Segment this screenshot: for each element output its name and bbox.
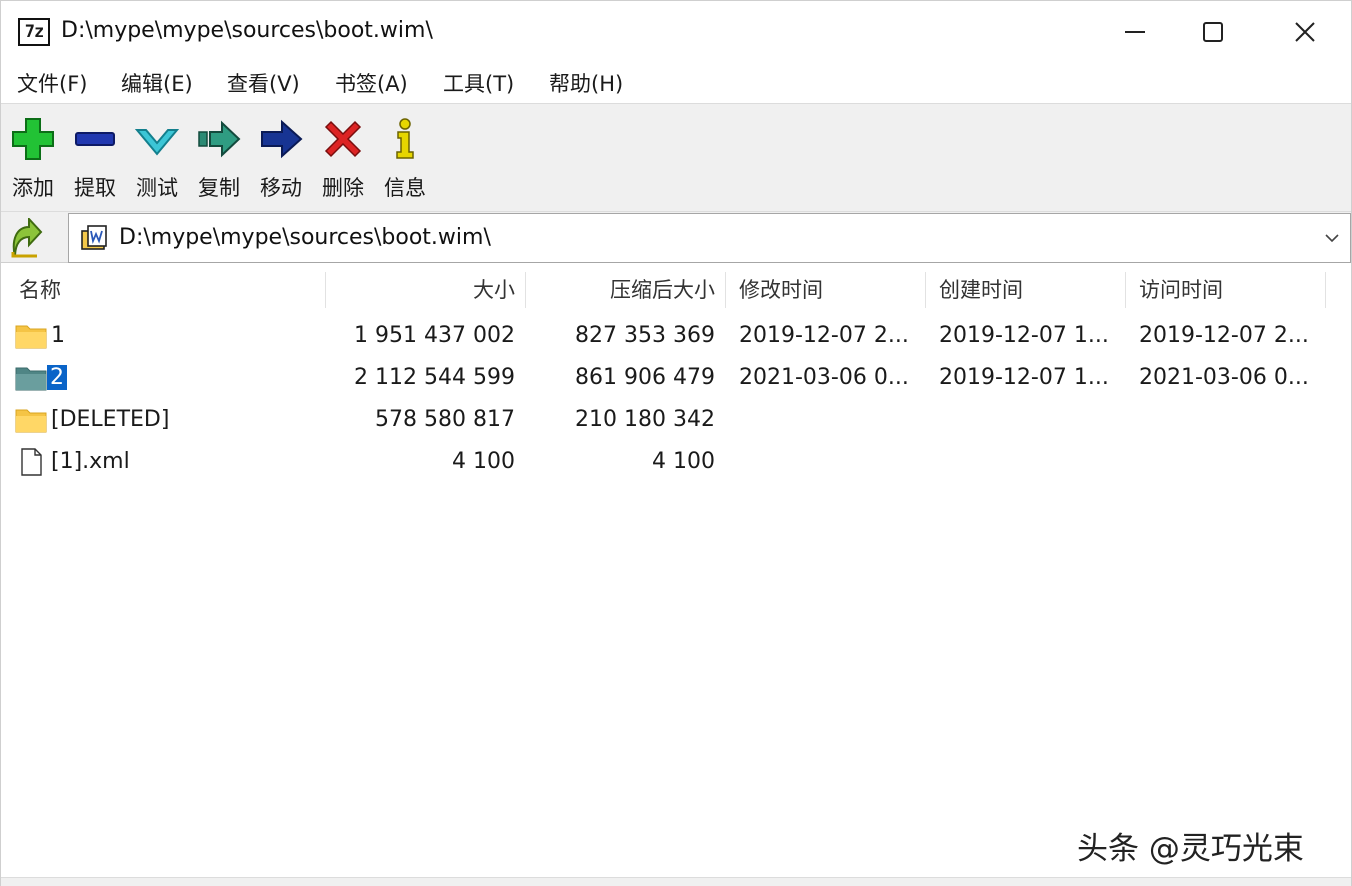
row-modified: 2021-03-06 0...: [739, 365, 909, 390]
extract-label: 提取: [74, 176, 116, 200]
row-created: 2019-12-07 1...: [939, 323, 1109, 348]
row-accessed: [1139, 399, 1319, 441]
column-divider[interactable]: [325, 272, 326, 308]
minimize-button[interactable]: [1105, 11, 1165, 53]
address-bar: D:\mype\mype\sources\boot.wim\: [1, 211, 1351, 263]
menu-bookmarks[interactable]: 书签(A): [335, 68, 408, 98]
folder-icon: [15, 409, 47, 433]
menu-edit[interactable]: 编辑(E): [121, 68, 193, 98]
close-icon: [1295, 22, 1315, 42]
row-packed-size: 4 100: [652, 449, 715, 474]
menu-view[interactable]: 查看(V): [227, 68, 300, 98]
copy-button[interactable]: 复制: [191, 112, 247, 206]
selected-name[interactable]: 2: [47, 365, 67, 390]
row-size: 4 100: [452, 449, 515, 474]
row-size: 578 580 817: [375, 407, 515, 432]
delete-x-icon: [324, 120, 362, 158]
row-size: 2 112 544 599: [354, 365, 515, 390]
address-path[interactable]: D:\mype\mype\sources\boot.wim\: [119, 225, 491, 250]
row-modified: [739, 399, 919, 441]
table-row[interactable]: [1].xml 4 100 4 100: [1, 441, 1331, 483]
row-packed-size: 861 906 479: [575, 365, 715, 390]
up-folder-button[interactable]: [7, 216, 57, 258]
row-modified: [739, 441, 919, 483]
add-plus-icon: [12, 118, 54, 160]
watermark-text: 头条 @灵巧光束: [1077, 831, 1304, 867]
folder-icon: [15, 367, 47, 391]
column-header-modified[interactable]: 修改时间: [739, 264, 823, 316]
maximize-button[interactable]: [1183, 11, 1243, 53]
title-bar: 7z D:\mype\mype\sources\boot.wim\: [1, 1, 1351, 63]
test-check-icon: [134, 129, 180, 156]
column-header-size[interactable]: 大小: [331, 264, 515, 316]
toolbar: 添加 提取 测试 复制 移动 删除 信息: [1, 103, 1351, 211]
menu-bar: 文件(F) 编辑(E) 查看(V) 书签(A) 工具(T) 帮助(H): [1, 63, 1351, 103]
menu-tools[interactable]: 工具(T): [443, 68, 514, 98]
menu-file[interactable]: 文件(F): [17, 68, 87, 98]
row-created: [939, 399, 1119, 441]
info-label: 信息: [384, 176, 426, 200]
address-combobox[interactable]: D:\mype\mype\sources\boot.wim\: [68, 213, 1351, 263]
column-divider[interactable]: [1325, 272, 1326, 308]
file-icon: [21, 448, 42, 476]
add-button[interactable]: 添加: [5, 112, 61, 206]
column-divider[interactable]: [925, 272, 926, 308]
row-accessed: [1139, 441, 1319, 483]
move-arrow-icon: [261, 119, 303, 159]
extract-minus-icon: [75, 132, 115, 146]
maximize-icon: [1203, 22, 1223, 42]
row-packed-size: 210 180 342: [575, 407, 715, 432]
delete-label: 删除: [322, 176, 364, 200]
table-row[interactable]: 1 1 951 437 002 827 353 369 2019-12-07 2…: [1, 315, 1331, 357]
test-label: 测试: [136, 176, 178, 200]
info-icon: [396, 118, 414, 159]
table-row[interactable]: [DELETED] 578 580 817 210 180 342: [1, 399, 1331, 441]
chevron-down-icon[interactable]: [1320, 226, 1344, 250]
move-label: 移动: [260, 176, 302, 200]
row-size: 1 951 437 002: [354, 323, 515, 348]
copy-label: 复制: [198, 176, 240, 200]
7zip-app-icon: 7z: [18, 18, 50, 46]
move-button[interactable]: 移动: [253, 112, 309, 206]
row-accessed: 2019-12-07 2...: [1139, 323, 1309, 348]
column-header-packed-size[interactable]: 压缩后大小: [531, 264, 715, 316]
column-divider[interactable]: [725, 272, 726, 308]
close-button[interactable]: [1275, 11, 1335, 53]
minimize-icon: [1125, 31, 1145, 33]
window-title: D:\mype\mype\sources\boot.wim\: [61, 18, 433, 43]
table-row-selected[interactable]: 2 2 112 544 599 861 906 479 2021-03-06 0…: [1, 357, 1331, 399]
column-header-created[interactable]: 创建时间: [939, 264, 1023, 316]
row-created: 2019-12-07 1...: [939, 365, 1109, 390]
up-folder-icon: [11, 216, 43, 258]
archive-icon: [81, 225, 107, 250]
info-button[interactable]: 信息: [377, 112, 433, 206]
row-name: [1].xml: [51, 449, 130, 474]
column-divider[interactable]: [1125, 272, 1126, 308]
row-name: 2: [47, 357, 321, 399]
row-created: [939, 441, 1119, 483]
row-name: 1: [51, 323, 65, 348]
column-divider[interactable]: [525, 272, 526, 308]
test-button[interactable]: 测试: [129, 112, 185, 206]
copy-arrow-icon: [198, 120, 241, 158]
column-header-name[interactable]: 名称: [19, 264, 61, 316]
row-accessed: 2021-03-06 0...: [1139, 365, 1309, 390]
row-packed-size: 827 353 369: [575, 323, 715, 348]
column-header-accessed[interactable]: 访问时间: [1139, 264, 1223, 316]
row-modified: 2019-12-07 2...: [739, 323, 909, 348]
menu-help[interactable]: 帮助(H): [549, 68, 623, 98]
folder-icon: [15, 325, 47, 349]
delete-button[interactable]: 删除: [315, 112, 371, 206]
app-window: 7z D:\mype\mype\sources\boot.wim\ 文件(F) …: [0, 0, 1352, 886]
file-list-header: 名称 大小 压缩后大小 修改时间 创建时间 访问时间: [1, 264, 1351, 316]
row-name: [DELETED]: [51, 407, 170, 432]
extract-button[interactable]: 提取: [67, 112, 123, 206]
status-bar: [1, 877, 1351, 886]
add-label: 添加: [12, 176, 54, 200]
